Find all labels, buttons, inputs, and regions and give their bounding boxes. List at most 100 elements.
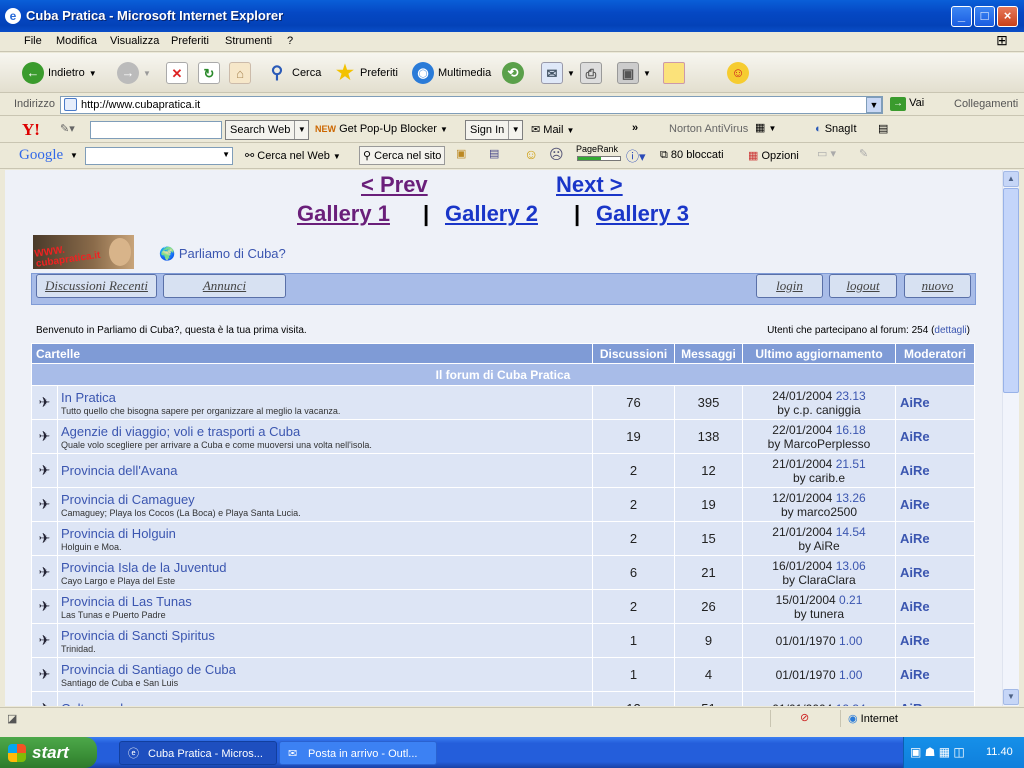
forum-row[interactable]: ✈ Provincia di Camaguey Camaguey; Playa lo… [31,487,975,522]
update-time[interactable]: 1.00 [839,634,862,648]
moderator-link[interactable]: AiRe [895,555,975,590]
forward-button[interactable]: → ▼ [117,61,151,85]
mail-button[interactable]: ✉ ▼ [541,61,575,85]
moderator-link[interactable]: AiRe [895,623,975,658]
forum-name-link[interactable]: Provincia di Sancti Spiritus [61,628,592,643]
forum-name-link[interactable]: Provincia Isla de la Juventud [61,560,592,575]
update-time[interactable]: 13.06 [836,559,866,573]
media-button[interactable]: ◉ Multimedia [412,61,491,85]
login-button[interactable]: login [756,274,823,298]
address-dropdown-button[interactable]: ▼ [866,97,882,113]
site-logo[interactable]: WWW. cubapratica.it [33,235,134,269]
update-time[interactable]: 21.51 [836,457,866,471]
moderator-link[interactable]: AiRe [895,657,975,692]
google-search-input[interactable]: ▼ [85,147,233,165]
yahoo-mail-button[interactable]: ✉ Mail ▼ [531,123,574,136]
yahoo-logo[interactable]: Y! [22,120,40,140]
menu-file[interactable]: File [24,35,42,47]
forum-row[interactable]: ✈ Provincia Isla de la Juventud Cayo Largo… [31,555,975,590]
moderator-link[interactable]: AiRe [895,385,975,420]
logout-button[interactable]: logout [829,274,897,298]
back-button[interactable]: ← Indietro ▼ [22,61,97,85]
page-info-icon[interactable]: ▤ [489,147,499,160]
norton-icon[interactable]: ▦ ▼ [755,121,776,134]
history-button[interactable]: ⟲ [502,61,524,85]
update-time[interactable]: 1.00 [839,668,862,682]
frown-icon[interactable]: ☹ [549,146,564,163]
update-time[interactable]: 0.21 [839,593,862,607]
refresh-button[interactable]: ↻ [198,61,220,85]
new-button[interactable]: nuovo [904,274,971,298]
ads-button[interactable]: Annunci [163,274,286,298]
moderator-link[interactable]: AiRe [895,521,975,556]
moderator-link[interactable]: AiRe [895,691,975,706]
forum-name-link[interactable]: Provincia dell'Avana [61,463,592,478]
options-button[interactable]: ▦ Opzioni [748,149,799,162]
task-outlook[interactable]: ✉ Posta in arrivo - Outl... [279,741,437,765]
forum-name-link[interactable]: Provincia di Santiago de Cuba [61,662,592,677]
popup-blocker-button[interactable]: NEW Get Pop-Up Blocker ▼ [315,123,448,135]
start-button[interactable]: start [0,737,97,768]
smiley-icon[interactable]: ☺ [524,146,538,162]
gallery-2-link[interactable]: Gallery 2 [445,201,538,227]
go-button[interactable]: → Vai [890,97,924,111]
forum-row[interactable]: ✈ Provincia di Las Tunas Las Tunas e Puert… [31,589,975,624]
task-cuba-pratica[interactable]: ⓔ Cuba Pratica - Micros... [119,741,277,765]
discuss-button[interactable] [663,61,685,85]
next-link[interactable]: Next > [556,172,623,198]
forum-row[interactable]: ✈ Provincia di Sancti Spiritus Trinidad. 1 9… [31,623,975,658]
vertical-scrollbar[interactable]: ▲ ▼ [1002,170,1019,706]
forum-row[interactable]: ✈ Provincia di Holguin Holguin e Moa. 2 15 21… [31,521,975,556]
links-label[interactable]: Collegamenti [954,98,1018,110]
forum-row[interactable]: ✈ Provincia di Santiago de Cuba Santiago d… [31,657,975,692]
yahoo-search-input[interactable] [90,121,222,139]
menu-modifica[interactable]: Modifica [56,35,97,47]
menu-help[interactable]: ? [287,35,293,47]
menu-strumenti[interactable]: Strumenti [225,35,272,47]
update-time[interactable]: 23.13 [836,389,866,403]
scroll-up-arrow[interactable]: ▲ [1003,171,1019,187]
sign-in-dropdown[interactable]: ▼ [508,121,522,139]
forum-row[interactable]: ✈ In Pratica Tutto quello che bisogna sape… [31,385,975,420]
forum-name-link[interactable]: Agenzie di viaggio; voli e trasporti a C… [61,424,592,439]
snagit-button[interactable]: ◐ SnagIt [815,123,857,135]
popup-blocker-status-icon[interactable]: ⊘ [800,711,809,724]
stop-button[interactable]: ✕ [166,61,188,85]
forum-name-link[interactable]: Cultura cubana [61,701,592,706]
prev-link[interactable]: < Prev [361,172,428,198]
moderator-link[interactable]: AiRe [895,487,975,522]
search-web-button[interactable]: Search Web ▼ [225,120,310,140]
home-button[interactable]: ⌂ [229,61,251,85]
sign-in-button[interactable]: Sign In ▼ [465,120,524,140]
address-input[interactable]: http://www.cubapratica.it [60,96,883,114]
gallery-3-link[interactable]: Gallery 3 [596,201,689,227]
recent-discussions-button[interactable]: Discussioni Recenti [36,274,157,298]
forum-row[interactable]: ✈ Agenzie di viaggio; voli e trasporti a … [31,419,975,454]
more-chevron-icon[interactable]: » [632,122,638,134]
favorites-button[interactable]: ★ Preferiti [334,61,398,85]
users-details-link[interactable]: dettagli [934,325,966,336]
update-time[interactable]: 14.54 [836,525,866,539]
search-web-google-button[interactable]: ⚯ Cerca nel Web ▼ [245,149,341,162]
news-icon[interactable]: ▣ [456,147,466,160]
forum-name-link[interactable]: Provincia di Holguin [61,526,592,541]
forum-row[interactable]: ✈ Provincia dell'Avana 2 12 21/01/2004 21.51… [31,453,975,488]
maximize-button[interactable]: □ [974,6,995,27]
gallery-1-link[interactable]: Gallery 1 [297,201,390,227]
forum-name-link[interactable]: In Pratica [61,390,592,405]
tray-icons[interactable]: ▣ ☗ ▦ ◫ [910,745,965,759]
print-button[interactable]: ⎙ [580,61,602,85]
google-search-dropdown[interactable]: ▼ [222,150,230,159]
menu-preferiti[interactable]: Preferiti [171,35,209,47]
search-web-dropdown[interactable]: ▼ [294,121,308,139]
window-title-bar[interactable]: e Cuba Pratica - Microsoft Internet Expl… [0,0,1024,32]
edit-button[interactable]: ▣ ▼ [617,61,651,85]
snagit-capture-icon[interactable]: ▤ [878,122,888,135]
update-time[interactable]: 12.34 [836,702,866,707]
messenger-button[interactable]: ☺ [727,61,749,85]
forum-name-link[interactable]: Provincia di Las Tunas [61,594,592,609]
forum-row[interactable]: ✈Cultura cubana125101/01/2004 12.34AiRe [31,691,975,707]
search-site-button[interactable]: ⚲ Cerca nel sito [359,146,446,165]
menu-visualizza[interactable]: Visualizza [110,35,159,47]
forum-name-link[interactable]: Provincia di Camaguey [61,492,592,507]
